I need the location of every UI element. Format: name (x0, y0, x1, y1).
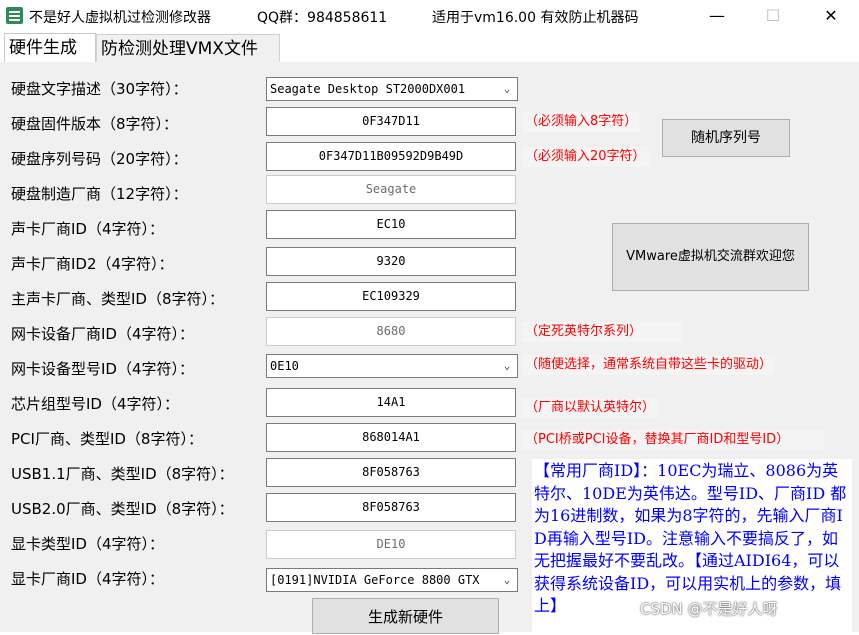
label-disk-vendor: 硬盘制造厂商（12字符）： (11, 185, 188, 203)
label-disk-firmware: 硬盘固件版本（8字符）： (11, 115, 179, 133)
random-serial-button[interactable]: 随机序列号 (662, 119, 790, 157)
note-firmware: （必须输入8字符） (522, 112, 641, 132)
chevron-down-icon[interactable]: ⌄ (500, 78, 514, 100)
maximize-button[interactable]: ☐ (750, 0, 796, 32)
label-gpu-vendor-id: 显卡厂商ID（4字符）： (11, 570, 165, 588)
tab-strip: 硬件生成 防检测处理VMX文件 (0, 33, 859, 63)
minimize-button[interactable]: — (694, 0, 740, 32)
label-gpu-type-id: 显卡类型ID（4字符）： (11, 535, 165, 553)
watermark: CSDN @不是好人呀 (640, 600, 778, 618)
disk-vendor-input: Seagate (266, 175, 516, 204)
note-pci: （PCI桥或PCI设备，替换其厂商ID和型号ID） (522, 430, 825, 450)
close-button[interactable]: ✕ (808, 0, 854, 32)
app-icon (6, 7, 23, 24)
tab-hardware-generate[interactable]: 硬件生成 (4, 33, 96, 63)
disk-serial-input[interactable]: 0F347D11B09592D9B49D (266, 142, 516, 171)
sound-vendor-id2-input[interactable]: 9320 (266, 247, 516, 276)
nic-model-select[interactable]: 0E10 ⌄ (266, 354, 518, 378)
label-main-sound-id: 主声卡厂商、类型ID（8字符）： (11, 290, 225, 308)
generate-hardware-button[interactable]: 生成新硬件 (312, 598, 499, 634)
window-title-app: 不是好人虚拟机过检测修改器 (29, 10, 211, 26)
disk-firmware-input[interactable]: 0F347D11 (266, 107, 516, 136)
disk-description-value: Seagate Desktop ST2000DX001 (270, 82, 466, 96)
sound-vendor-id-input[interactable]: EC10 (266, 210, 516, 239)
label-disk-description: 硬盘文字描述（30字符）： (11, 80, 188, 98)
main-sound-id-input[interactable]: EC109329 (266, 282, 516, 311)
label-usb11-id: USB1.1厂商、类型ID（8字符）： (11, 465, 234, 483)
disk-description-select[interactable]: Seagate Desktop ST2000DX001 ⌄ (266, 77, 518, 101)
chevron-down-icon[interactable]: ⌄ (500, 569, 514, 591)
window-title-note: 适用于vm16.00 有效防止机器码 (432, 10, 639, 26)
window-title-qq: QQ群：984858611 (257, 10, 388, 26)
usb20-id-input[interactable]: 8F058763 (266, 493, 516, 522)
label-pci-id: PCI厂商、类型ID（8字符）： (11, 430, 203, 448)
tab-vmx-anti-detect[interactable]: 防检测处理VMX文件 (96, 34, 280, 62)
title-bar: 不是好人虚拟机过检测修改器 QQ群：984858611 适用于vm16.00 有… (0, 0, 859, 32)
note-serial: （必须输入20字符） (522, 147, 649, 167)
chevron-down-icon[interactable]: ⌄ (500, 355, 514, 377)
gpu-type-id-input: DE10 (266, 530, 516, 559)
gpu-vendor-select[interactable]: [0191]NVIDIA GeForce 8800 GTX ⌄ (266, 568, 518, 592)
vmware-group-button[interactable]: VMware虚拟机交流群欢迎您 (612, 223, 809, 291)
label-disk-serial: 硬盘序列号码（20字符）： (11, 150, 188, 168)
usb11-id-input[interactable]: 8F058763 (266, 458, 516, 487)
gpu-vendor-value: [0191]NVIDIA GeForce 8800 GTX (270, 573, 480, 587)
label-nic-vendor-id: 网卡设备厂商ID（4字符）： (11, 325, 195, 343)
label-nic-model-id: 网卡设备型号ID（4字符）： (11, 360, 195, 378)
label-chipset-id: 芯片组型号ID（4字符）： (11, 395, 180, 413)
label-sound-vendor-id: 声卡厂商ID（4字符）： (11, 220, 165, 238)
note-nic-model: （随便选择，通常系统自带这些卡的驱动） (522, 355, 776, 375)
label-sound-vendor-id2: 声卡厂商ID2（4字符）： (11, 255, 174, 273)
pci-id-input[interactable]: 868014A1 (266, 423, 516, 452)
note-nic-vendor: （定死英特尔系列） (522, 322, 683, 342)
chipset-id-input[interactable]: 14A1 (266, 388, 516, 417)
nic-model-value: 0E10 (270, 359, 299, 373)
note-chipset: （厂商以默认英特尔） (522, 398, 659, 418)
nic-vendor-id-input: 8680 (266, 317, 516, 346)
label-usb20-id: USB2.0厂商、类型ID（8字符）： (11, 500, 234, 518)
